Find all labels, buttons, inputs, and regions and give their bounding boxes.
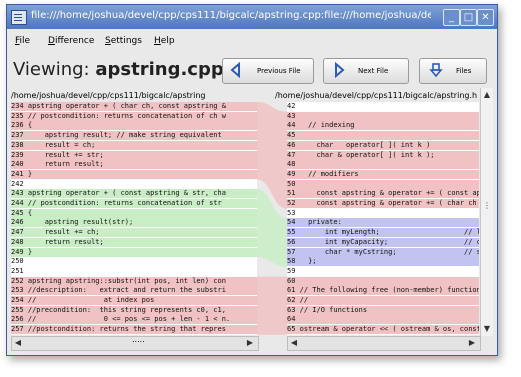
left-code-line[interactable]: 247 result += ch;	[11, 228, 257, 238]
title-bar[interactable]: file:///home/joshua/devel/cpp/cps111/big…	[7, 5, 497, 29]
right-code-line[interactable]: 59	[287, 266, 479, 276]
menu-help[interactable]: Help	[154, 36, 175, 46]
right-code-line[interactable]: 43	[287, 111, 479, 121]
application-window: file:///home/joshua/devel/cpp/cps111/big…	[6, 4, 498, 356]
left-code-line[interactable]: 239 result += str;	[11, 150, 257, 160]
right-code-line[interactable]: 44 // indexing	[287, 121, 479, 131]
right-code-line[interactable]: 53	[287, 208, 479, 218]
right-code-line[interactable]: 64	[287, 315, 479, 325]
right-code-line[interactable]: 48	[287, 160, 479, 170]
left-code-line[interactable]: 251	[11, 266, 257, 276]
left-code-line[interactable]: 252 apstring apstring::substr(int pos, i…	[11, 276, 257, 286]
left-code-line[interactable]: 236 {	[11, 121, 257, 131]
menu-file-label: ile	[19, 36, 31, 46]
window-title: file:///home/joshua/devel/cpp/cps111/big…	[31, 10, 431, 21]
left-code-line[interactable]: 250	[11, 257, 257, 267]
right-code-line[interactable]: 61 // The following free (non-member) fu…	[287, 286, 479, 296]
menu-help-label: elp	[160, 36, 175, 46]
menu-settings[interactable]: Settings	[105, 36, 142, 46]
viewing-heading: Viewing: apstring.cpp	[13, 59, 224, 80]
left-code-line[interactable]: 248 return result;	[11, 237, 257, 247]
previous-file-button[interactable]: Previous File	[222, 58, 314, 84]
right-code-line[interactable]: 49 // modifiers	[287, 169, 479, 179]
right-code-line[interactable]: 63 // I/O functions	[287, 305, 479, 315]
close-button[interactable]: ✕	[477, 9, 494, 26]
scroll-grip-dots[interactable]: .....	[132, 335, 145, 344]
app-icon[interactable]	[11, 10, 27, 25]
menu-bar: File Difference Settings Help	[7, 32, 497, 50]
right-code-line[interactable]: 56 int myCapacity; // capa	[287, 237, 479, 247]
right-code-line[interactable]: 51 const apstring & operator += ( const …	[287, 189, 479, 199]
left-diff-pane[interactable]: 234 apstring operator + ( char ch, const…	[11, 102, 257, 335]
menu-difference[interactable]: Difference	[48, 36, 94, 46]
left-code-line[interactable]: 234 apstring operator + ( char ch, const…	[11, 102, 257, 111]
right-horizontal-scrollbar[interactable]: ◀ ▶	[287, 336, 481, 351]
scroll-up-icon[interactable]: ▲	[482, 90, 492, 100]
arrow-right-icon	[335, 62, 345, 78]
scroll-right-icon[interactable]: ▶	[245, 338, 255, 347]
left-code-line[interactable]: 240 return result;	[11, 160, 257, 170]
next-file-button[interactable]: Next File	[323, 58, 409, 84]
left-code-line[interactable]: 253 //description: extract and return th…	[11, 286, 257, 296]
diff-connector-band	[257, 276, 287, 335]
right-code-line[interactable]: 46 char operator[ ]( int k ) const;	[287, 140, 479, 150]
left-code-line[interactable]: 244 // postcondition: returns concatenat…	[11, 199, 257, 208]
left-code-line[interactable]: 242	[11, 179, 257, 189]
right-code-line[interactable]: 65 ostream & operator << ( ostream & os,…	[287, 325, 479, 335]
path-bar: /home/joshua/devel/cpp/cps111/bigcalc/ap…	[7, 91, 497, 102]
left-code-line[interactable]: 235 // postcondition: returns concatenat…	[11, 111, 257, 121]
left-code-line[interactable]: 255 //precondition: this string represen…	[11, 305, 257, 315]
left-code-line[interactable]: 243 apstring operator + ( const apstring…	[11, 189, 257, 199]
left-code-line[interactable]: 241 }	[11, 169, 257, 179]
minimize-button[interactable]: _	[443, 9, 460, 26]
left-code-line[interactable]: 256 // 0 <= pos <= pos + len - 1 < n.	[11, 315, 257, 325]
menu-file[interactable]: File	[15, 36, 30, 46]
right-file-path: /home/joshua/devel/cpp/cps111/bigcalc/ap…	[275, 91, 478, 100]
menu-difference-accel: D	[48, 36, 55, 46]
next-file-label: Next File	[358, 67, 389, 75]
right-code-line[interactable]: 54 private:	[287, 218, 479, 228]
right-diff-pane[interactable]: 42 43 44 // indexing 45 46 char operator[ ](…	[287, 102, 479, 335]
right-code-line[interactable]: 42	[287, 102, 479, 111]
menu-settings-label: ettings	[110, 36, 142, 46]
files-label: Files	[456, 67, 472, 75]
menu-difference-label: ifference	[54, 36, 95, 46]
scroll-left-icon[interactable]: ◀	[13, 338, 23, 347]
scroll-grip-icon[interactable]: ⋮	[482, 201, 492, 211]
menu-help-accel: H	[154, 36, 161, 46]
right-code-line[interactable]: 50	[287, 179, 479, 189]
right-code-line[interactable]: 62 //	[287, 296, 479, 305]
diff-connector-bridge	[257, 102, 287, 335]
left-file-path: /home/joshua/devel/cpp/cps111/bigcalc/ap…	[11, 91, 206, 100]
right-code-line[interactable]: 60	[287, 276, 479, 286]
right-code-line[interactable]: 45	[287, 131, 479, 141]
vertical-scrollbar[interactable]: ▲ ⋮ ▼	[480, 88, 493, 336]
scroll-left-icon[interactable]: ◀	[289, 338, 299, 347]
left-horizontal-scrollbar[interactable]: ◀ ..... ▶	[11, 335, 259, 351]
left-code-line[interactable]: 246 apstring result(str);	[11, 218, 257, 228]
right-code-line[interactable]: 57 char * myCstring; // stor	[287, 247, 479, 257]
previous-file-label: Previous File	[257, 67, 301, 75]
scroll-right-icon[interactable]: ▶	[467, 338, 477, 347]
left-code-line[interactable]: 245 {	[11, 208, 257, 218]
current-filename: apstring.cpp	[95, 59, 224, 80]
maximize-button[interactable]: □	[460, 9, 477, 26]
left-code-line[interactable]: 254 // at index pos	[11, 296, 257, 305]
left-code-line[interactable]: 257 //postcondition: returns the string …	[11, 325, 257, 335]
right-code-line[interactable]: 52 const apstring & operator += ( char c…	[287, 199, 479, 208]
left-code-line[interactable]: 237 apstring result; // make string equi…	[11, 131, 257, 141]
scroll-down-icon[interactable]: ▼	[482, 324, 492, 334]
left-code-line[interactable]: 249 }	[11, 247, 257, 257]
viewing-label: Viewing:	[13, 59, 90, 80]
left-code-line[interactable]: 238 result = ch;	[11, 140, 257, 150]
right-code-line[interactable]: 47 char & operator[ ]( int k );	[287, 150, 479, 160]
download-arrow-icon	[429, 63, 443, 78]
arrow-left-icon	[230, 62, 240, 78]
toolbar: Viewing: apstring.cpp Previous File Next…	[7, 52, 497, 92]
right-code-line[interactable]: 55 int myLength; // leng	[287, 228, 479, 238]
files-button[interactable]: Files	[419, 58, 487, 84]
right-code-line[interactable]: 58 };	[287, 257, 479, 267]
